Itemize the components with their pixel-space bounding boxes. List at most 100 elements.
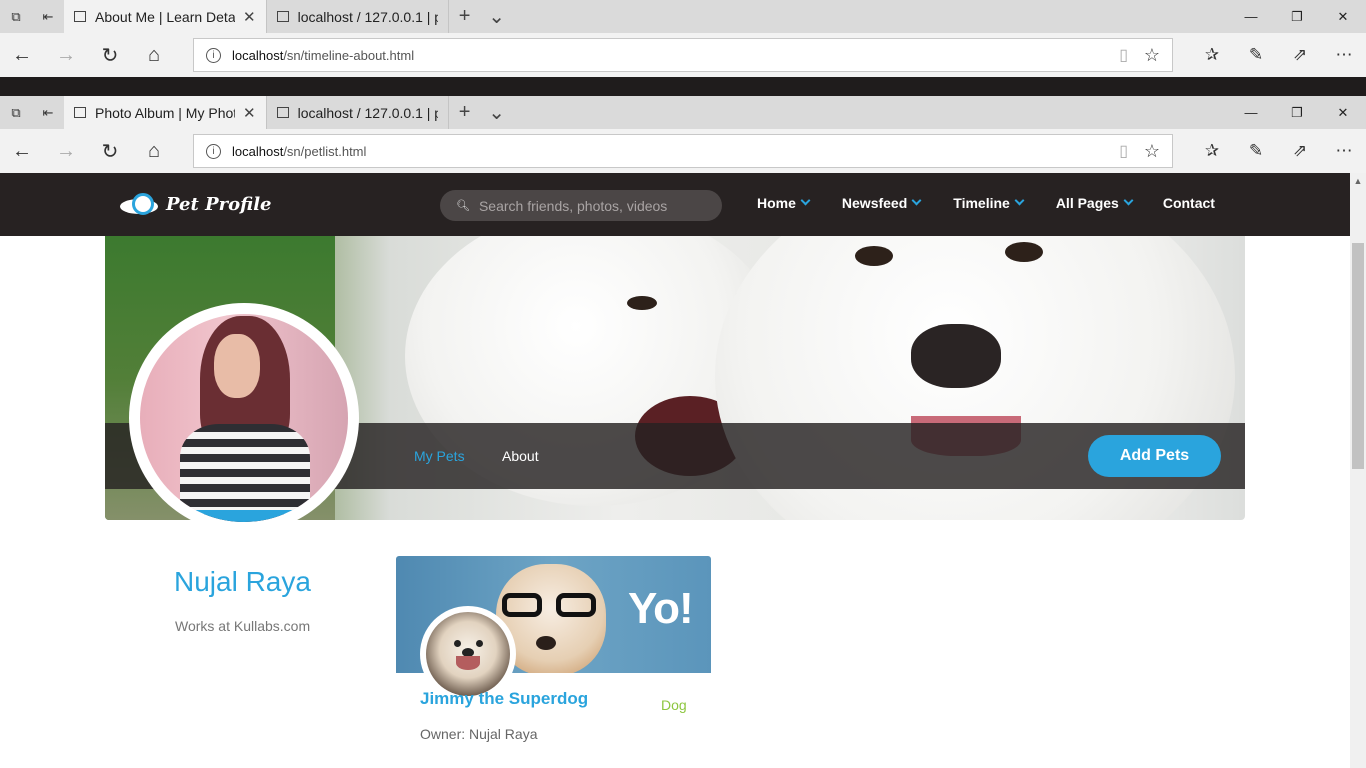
url-host: localhost	[232, 143, 284, 159]
search-input[interactable]	[478, 197, 709, 214]
site-logo[interactable]: Pet Profile	[118, 191, 272, 217]
tab-phpmyadmin[interactable]: localhost / 127.0.0.1 | phpM	[267, 96, 449, 129]
address-bar[interactable]: i localhost /sn/timeline-about.html ▯ ☆	[193, 38, 1173, 72]
back-arrow-icon[interactable]: ←	[0, 33, 44, 77]
pen-icon[interactable]: ✎	[1234, 33, 1278, 77]
pet-name-link[interactable]: Jimmy the Superdog	[420, 689, 588, 709]
close-tab-icon[interactable]: ✕	[243, 8, 256, 26]
share-icon[interactable]: ⇗	[1278, 129, 1322, 173]
scroll-up-icon[interactable]: ▲	[1350, 173, 1366, 189]
pet-cover-nose	[536, 636, 556, 650]
info-icon[interactable]: i	[206, 47, 221, 63]
tabs-icon[interactable]: ⧉	[0, 96, 32, 129]
glasses-icon	[496, 593, 604, 617]
chevron-down-icon	[800, 195, 811, 206]
minimize-icon[interactable]: —	[1228, 0, 1274, 33]
chevron-down-icon[interactable]: ⌄	[481, 96, 513, 129]
pet-avatar[interactable]	[420, 606, 516, 702]
tab-my-pets[interactable]: My Pets	[414, 448, 465, 464]
home-icon[interactable]: ⌂	[132, 129, 176, 173]
url-path: /sn/timeline-about.html	[283, 47, 415, 63]
url-path: /sn/petlist.html	[283, 143, 367, 159]
search-icon: 🔍︎	[456, 200, 470, 212]
profile-photo	[140, 314, 348, 522]
tab-label: About Me | Learn Detail	[95, 8, 235, 25]
tab-photo-album[interactable]: Photo Album | My Phot ✕	[64, 96, 267, 129]
site-header: Pet Profile 🔍︎ Home Newsfeed Timeline Al…	[0, 173, 1350, 236]
new-tab-icon[interactable]: +	[449, 0, 481, 33]
close-tab-icon[interactable]: ✕	[243, 104, 256, 122]
menu-item-newsfeed[interactable]: Newsfeed	[841, 195, 922, 211]
refresh-icon[interactable]: ↻	[88, 33, 132, 77]
pet-card[interactable]: Yo! Jimmy the Superdog Dog Owner: Nujal …	[396, 556, 711, 768]
pet-eye	[476, 640, 483, 647]
set-aside-tabs-icon[interactable]: ⇤	[32, 0, 64, 33]
star-icon[interactable]: ☆	[1144, 141, 1160, 162]
tab-about[interactable]: About	[502, 448, 539, 464]
avatar-face	[214, 334, 260, 398]
tab-label: localhost / 127.0.0.1 | phpM	[297, 8, 438, 25]
set-aside-tabs-icon[interactable]: ⇤	[32, 96, 64, 129]
menu-label: All Pages	[1055, 195, 1119, 211]
back-window-page-strip	[0, 77, 1366, 96]
restore-icon[interactable]: ❐	[1274, 0, 1320, 33]
new-tab-icon[interactable]: +	[449, 96, 481, 129]
menu-label: Contact	[1162, 195, 1215, 211]
page-scrollbar[interactable]: ▲	[1350, 173, 1366, 768]
page-favicon-icon	[74, 11, 86, 22]
pet-type: Dog	[661, 697, 687, 713]
pet-mouth	[456, 656, 480, 670]
add-pets-button[interactable]: Add Pets	[1088, 435, 1221, 477]
back-arrow-icon[interactable]: ←	[0, 129, 44, 173]
page-viewport: Pet Profile 🔍︎ Home Newsfeed Timeline Al…	[0, 173, 1350, 768]
menu-item-all-pages[interactable]: All Pages	[1055, 195, 1134, 211]
pen-icon[interactable]: ✎	[1234, 129, 1278, 173]
dog-eye	[1005, 242, 1043, 262]
favorites-hub-icon[interactable]: ✰	[1190, 33, 1234, 77]
book-icon[interactable]: ▯	[1119, 45, 1128, 65]
tab-label: Photo Album | My Phot	[95, 104, 235, 121]
main-menu: Home Newsfeed Timeline All Pages Contact	[757, 195, 1248, 211]
puppy-eye	[627, 296, 657, 310]
restore-icon[interactable]: ❐	[1274, 96, 1320, 129]
tab-phpmyadmin[interactable]: localhost / 127.0.0.1 | phpM	[267, 0, 449, 33]
page-favicon-icon	[74, 107, 86, 118]
forward-arrow-icon[interactable]: →	[44, 33, 88, 77]
menu-item-timeline[interactable]: Timeline	[953, 195, 1025, 211]
back-window-tabbar: ⧉ ⇤ About Me | Learn Detail ✕ localhost …	[0, 0, 1366, 33]
menu-label: Newsfeed	[841, 195, 908, 211]
page-favicon-icon	[276, 11, 289, 22]
profile-name[interactable]: Nujal Raya	[174, 566, 311, 598]
address-bar[interactable]: i localhost /sn/petlist.html ▯ ☆	[193, 134, 1173, 168]
dog-eye	[855, 246, 893, 266]
close-icon[interactable]: ✕	[1320, 96, 1366, 129]
book-icon[interactable]: ▯	[1119, 141, 1128, 161]
refresh-icon[interactable]: ↻	[88, 129, 132, 173]
logo-mark-icon	[118, 191, 162, 217]
home-icon[interactable]: ⌂	[132, 33, 176, 77]
minimize-icon[interactable]: —	[1228, 96, 1274, 129]
more-icon[interactable]: ⋯	[1322, 129, 1366, 173]
share-icon[interactable]: ⇗	[1278, 33, 1322, 77]
info-icon[interactable]: i	[206, 143, 221, 159]
menu-label: Home	[757, 195, 796, 211]
forward-arrow-icon[interactable]: →	[44, 129, 88, 173]
front-window-navbar: ← → ↻ ⌂ i localhost /sn/petlist.html ▯ ☆…	[0, 129, 1366, 173]
more-icon[interactable]: ⋯	[1322, 33, 1366, 77]
star-icon[interactable]: ☆	[1144, 45, 1160, 66]
chevron-down-icon	[1014, 195, 1025, 206]
favorites-hub-icon[interactable]: ✰	[1190, 129, 1234, 173]
profile-avatar[interactable]	[129, 303, 359, 533]
tabs-icon[interactable]: ⧉	[0, 0, 32, 33]
scrollbar-thumb[interactable]	[1352, 243, 1364, 469]
menu-label: Timeline	[953, 195, 1010, 211]
chevron-down-icon	[1123, 195, 1134, 206]
close-icon[interactable]: ✕	[1320, 0, 1366, 33]
profile-workplace: Works at Kullabs.com	[175, 618, 311, 634]
search-box: 🔍︎	[440, 190, 722, 221]
menu-item-home[interactable]: Home	[757, 195, 811, 211]
chevron-down-icon[interactable]: ⌄	[481, 0, 513, 33]
pet-cover-text: Yo!	[628, 584, 694, 633]
menu-item-contact[interactable]: Contact	[1163, 195, 1215, 211]
tab-about-me[interactable]: About Me | Learn Detail ✕	[64, 0, 267, 33]
